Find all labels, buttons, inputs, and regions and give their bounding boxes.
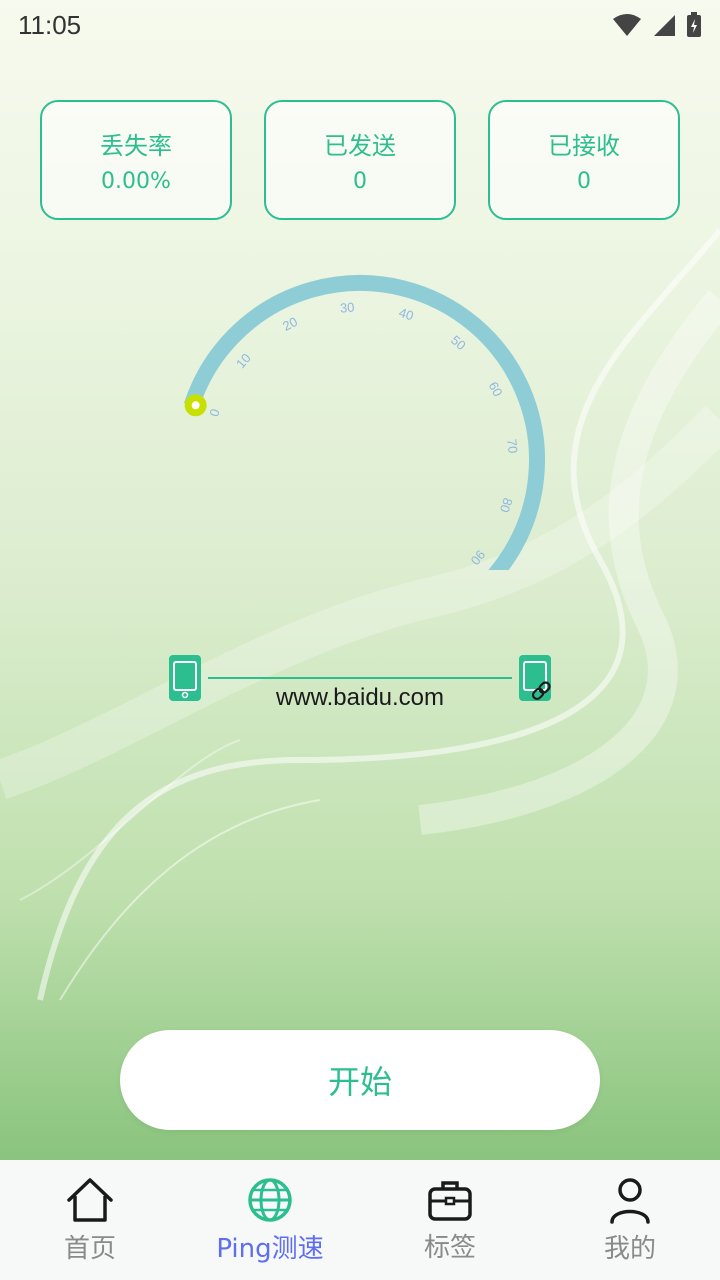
gauge-tick-label: 50 [448, 332, 469, 353]
user-icon [610, 1177, 650, 1224]
nav-item-tags[interactable]: 标签 [360, 1160, 540, 1280]
gauge-tick-label: 60 [486, 379, 506, 399]
wifi-icon [613, 14, 641, 36]
briefcase-icon [428, 1180, 472, 1221]
status-time: 11:05 [18, 9, 82, 40]
link-area: www.baidu.com [160, 650, 560, 720]
nav-item-ping[interactable]: Ping测速 [180, 1160, 360, 1280]
start-button[interactable]: 开始 [120, 1030, 600, 1130]
signal-icon [654, 15, 675, 36]
nav-item-home[interactable]: 首页 [0, 1160, 180, 1280]
nav-label-mine: 我的 [603, 1233, 656, 1264]
gauge-tick-label: 90 [468, 547, 489, 568]
gauge-tick-label: 40 [397, 305, 415, 324]
received-card: 已接收 0 [488, 100, 680, 220]
link-line [208, 677, 512, 679]
battery-icon [687, 12, 701, 37]
status-icons [612, 12, 702, 38]
sent-value: 0 [353, 169, 367, 194]
gauge-tick-label: 20 [280, 314, 300, 334]
gauge-tick-label: 0 [206, 407, 223, 419]
sent-card: 已发送 0 [264, 100, 456, 220]
received-label: 已接收 [548, 132, 620, 160]
gauge-tick-label: 30 [339, 299, 355, 315]
received-value: 0 [577, 169, 591, 194]
nav-label-ping: Ping测速 [216, 1233, 324, 1264]
status-bar: 11:05 [0, 0, 720, 50]
sent-label: 已发送 [324, 132, 396, 160]
gauge-tick-labels: 0102030405060708090100 [206, 299, 520, 568]
gauge-pointer [184, 394, 207, 417]
home-icon [67, 1177, 113, 1222]
nav-label-tags: 标签 [423, 1232, 476, 1263]
gauge-arc [184, 275, 545, 570]
loss-rate-label: 丢失率 [100, 132, 172, 160]
globe-icon [248, 1177, 292, 1222]
gauge-tick-label: 10 [233, 350, 254, 371]
loss-rate-card: 丢失率 0.00% [40, 100, 232, 220]
gauge-tick-label: 80 [497, 496, 516, 514]
nav-item-mine[interactable]: 我的 [540, 1160, 720, 1280]
target-host: www.baidu.com [275, 684, 445, 711]
bottom-nav: 首页 Ping测速 标签 我的 [0, 1160, 720, 1280]
gauge-tick-label: 70 [504, 438, 520, 454]
nav-label-home: 首页 [63, 1233, 116, 1264]
loss-rate-value: 0.00% [101, 169, 171, 194]
gauge-pointer-dot [191, 401, 200, 410]
speed-gauge: 0102030405060708090100 [184, 275, 545, 570]
